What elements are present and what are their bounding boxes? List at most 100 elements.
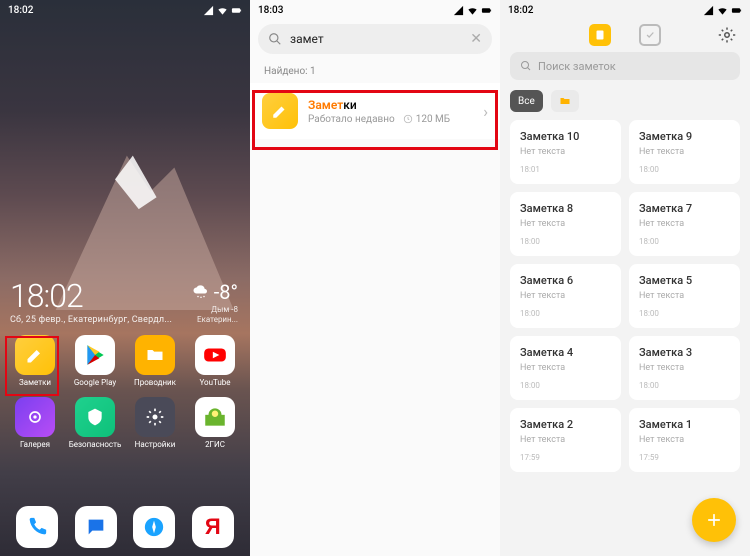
note-card[interactable]: Заметка 10Нет текста18:01 [510,120,621,184]
clock-widget[interactable]: 18:02 [10,277,83,315]
note-time: 18:00 [520,237,611,246]
note-time: 18:00 [639,237,730,246]
wifi-icon [217,5,228,16]
status-time: 18:03 [258,5,283,16]
note-title: Заметка 4 [520,346,611,359]
highlight-notes-app [5,336,59,396]
filter-all[interactable]: Все [510,90,543,112]
status-icons [203,5,242,16]
note-time: 18:00 [520,381,611,390]
note-card[interactable]: Заметка 7Нет текста18:00 [629,192,740,256]
app-yt[interactable]: YouTube [188,335,242,387]
messages-app[interactable] [75,506,117,548]
note-title: Заметка 7 [639,202,730,215]
tab-tasks[interactable] [639,24,661,46]
phone-app[interactable] [16,506,58,548]
app-sec[interactable]: Безопасность [68,397,122,449]
note-title: Заметка 5 [639,274,730,287]
note-time: 17:59 [520,453,611,462]
notes-grid: Заметка 10Нет текста18:01Заметка 9Нет те… [500,120,750,472]
note-time: 17:59 [639,453,730,462]
status-time: 18:02 [8,5,33,16]
note-preview: Нет текста [520,435,611,445]
status-icons [703,5,742,16]
app-gallery[interactable]: Галерея [8,397,62,449]
notes-app-screen: 18:02 Поиск заметок Все Заметка 10 Нет те… [500,0,750,556]
dock: Я [0,506,250,548]
settings-icon [135,397,175,437]
add-note-button[interactable] [692,498,736,542]
wifi-icon [717,5,728,16]
note-card[interactable]: Заметка 5 Нет текста 18:00 [629,264,740,328]
note-preview: Нет текста [520,291,611,301]
compass-icon [143,516,165,538]
folder-icon [559,95,571,107]
status-bar: 18:02 [500,0,750,18]
note-title: Заметка 9 [639,130,730,143]
app-label: Настройки [135,440,176,449]
app-settings[interactable]: Настройки [128,397,182,449]
note-card[interactable]: Заметка 6Нет текста18:00 [510,264,621,328]
filter-folder[interactable] [551,90,579,112]
status-bar: 18:03 [250,0,500,18]
note-preview: Нет текста [639,291,730,301]
notes-search[interactable]: Поиск заметок [510,52,740,80]
note-time: 18:00 [639,165,730,174]
note-card[interactable]: Заметка 3Нет текста18:00 [629,336,740,400]
2gis-icon [195,397,235,437]
gallery-icon [15,397,55,437]
note-card[interactable]: Заметка 9 Нет текста 18:00 [629,120,740,184]
settings-button[interactable] [716,24,738,46]
status-bar: 18:02 [0,0,250,18]
note-card[interactable]: Заметка 2Нет текста17:59 [510,408,621,472]
cloud-snow-icon [192,283,210,301]
note-preview: Нет текста [520,363,611,373]
app-label: Безопасность [69,440,122,449]
signal-icon [453,5,464,16]
filter-row: Все [500,86,750,120]
note-card[interactable]: Заметка 4 Нет текста 18:00 [510,336,621,400]
app-label: Проводник [134,378,176,387]
note-title: Заметка 8 [520,202,611,215]
chat-icon [85,516,107,538]
weather-widget[interactable]: -8° [192,280,238,304]
clear-icon[interactable]: ✕ [470,31,482,47]
search-input[interactable] [290,32,462,46]
app-label: Галерея [20,440,50,449]
app-label: 2ГИС [205,440,225,449]
files-icon [135,335,175,375]
note-preview: Нет текста [639,435,730,445]
signal-icon [203,5,214,16]
gear-icon [718,26,736,44]
wifi-icon [467,5,478,16]
signal-icon [703,5,714,16]
sec-icon [75,397,115,437]
date-location[interactable]: Сб, 25 февр., Екатеринбург, Свердл... [10,315,172,325]
status-time: 18:02 [508,5,533,16]
search-bar[interactable]: ✕ [258,24,492,54]
yt-icon [195,335,235,375]
top-tabs [500,24,750,46]
play-icon [75,335,115,375]
note-title: Заметка 1 [639,418,730,431]
app-files[interactable]: Проводник [128,335,182,387]
note-preview: Нет текста [520,147,611,157]
temperature: -8° [214,280,238,304]
weather-sub: Дым -8 Екатерин... [197,305,238,324]
status-icons [453,5,492,16]
browser-app[interactable] [133,506,175,548]
note-time: 18:00 [520,309,611,318]
note-title: Заметка 3 [639,346,730,359]
note-time: 18:00 [639,309,730,318]
yandex-app[interactable]: Я [192,506,234,548]
app-2gis[interactable]: 2ГИС [188,397,242,449]
tab-notes[interactable] [589,24,611,46]
note-card[interactable]: Заметка 8Нет текста18:00 [510,192,621,256]
app-label: Google Play [74,378,116,387]
note-card[interactable]: Заметка 1 Нет текста 17:59 [629,408,740,472]
results-count: Найдено: 1 [250,60,500,83]
note-title: Заметка 10 [520,130,611,143]
search-icon [268,32,282,46]
app-play[interactable]: Google Play [68,335,122,387]
note-preview: Нет текста [639,147,730,157]
